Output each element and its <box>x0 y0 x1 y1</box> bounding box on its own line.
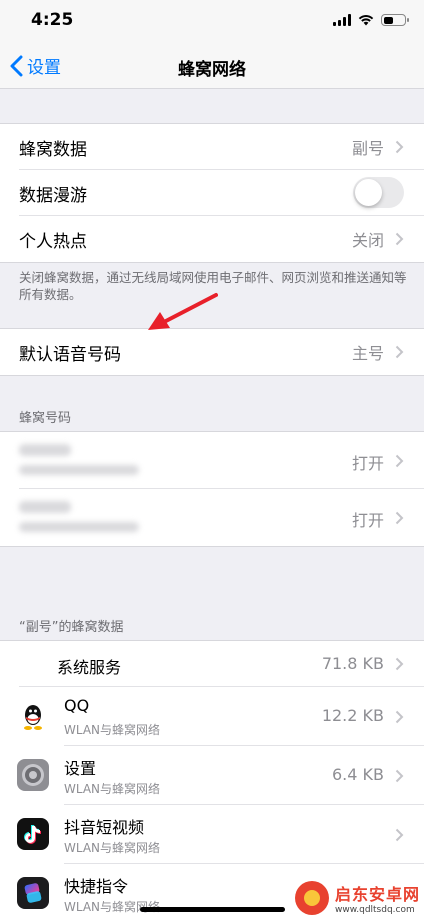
app-network-type: WLAN与蜂窝网络 <box>64 723 161 737</box>
douyin-icon <box>17 818 49 850</box>
watermark-url: www.qdltsdq.com <box>334 905 415 915</box>
qq-icon <box>17 700 49 732</box>
wifi-icon <box>358 15 374 26</box>
chevron-right-icon <box>395 140 404 154</box>
cellular-numbers-group: 打开 打开 <box>0 431 424 547</box>
cellular-numbers-header: 蜂窝号码 <box>19 411 72 426</box>
chevron-right-icon <box>395 657 404 671</box>
app-row-douyin[interactable]: 抖音短视频 WLAN与蜂窝网络 <box>0 805 424 864</box>
cellular-data-row[interactable]: 蜂窝数据 副号 <box>0 124 424 170</box>
navigation-bar: 设置 蜂窝网络 <box>0 44 424 89</box>
chevron-right-icon <box>395 769 404 782</box>
data-roaming-row: 数据漫游 <box>0 170 424 216</box>
cellular-number-status: 打开 <box>351 454 384 473</box>
data-roaming-toggle[interactable] <box>353 177 404 208</box>
page-title: 蜂窝网络 <box>178 60 246 80</box>
app-usage-value: 6.4 KB <box>332 765 384 784</box>
app-network-type: WLAN与蜂窝网络 <box>64 782 161 796</box>
app-name: QQ <box>64 696 90 715</box>
shortcuts-icon <box>17 877 49 909</box>
cellular-number-status: 打开 <box>351 511 384 530</box>
cellular-signal-icon <box>333 14 351 26</box>
cellular-number-row[interactable]: 打开 <box>0 432 424 489</box>
battery-icon <box>381 14 409 26</box>
app-network-type: WLAN与蜂窝网络 <box>64 841 161 855</box>
chevron-right-icon <box>395 710 404 723</box>
system-services-label: 系统服务 <box>57 658 122 677</box>
app-name: 快捷指令 <box>64 877 129 896</box>
data-roaming-label: 数据漫游 <box>19 185 87 206</box>
app-name: 设置 <box>64 759 97 778</box>
watermark-title: 启东安卓网 <box>334 885 420 904</box>
default-voice-group: 默认语音号码 主号 <box>0 328 424 376</box>
watermark-logo-icon <box>294 881 329 915</box>
chevron-right-icon <box>395 454 404 467</box>
personal-hotspot-label: 个人热点 <box>19 231 87 252</box>
app-row-qq[interactable]: QQ WLAN与蜂窝网络 12.2 KB <box>0 687 424 746</box>
toggle-knob <box>355 179 382 206</box>
system-services-row[interactable]: 系统服务 71.8 KB <box>0 641 424 687</box>
watermark: 启东安卓网 www.qdltsdq.com <box>294 881 420 915</box>
blurred-line-name <box>19 501 71 513</box>
personal-hotspot-value: 关闭 <box>351 231 384 250</box>
status-time: 4:25 <box>31 10 74 30</box>
chevron-right-icon <box>395 828 404 841</box>
default-voice-value: 主号 <box>351 344 384 363</box>
blurred-line-number <box>19 465 139 475</box>
cellular-number-row[interactable]: 打开 <box>0 489 424 546</box>
cellular-data-label: 蜂窝数据 <box>19 139 87 160</box>
cellular-settings-group: 蜂窝数据 副号 数据漫游 个人热点 关闭 <box>0 123 424 263</box>
chevron-right-icon <box>395 232 404 246</box>
default-voice-row[interactable]: 默认语音号码 主号 <box>0 329 424 375</box>
app-name: 抖音短视频 <box>64 818 145 837</box>
annotation-arrow-icon <box>148 293 218 330</box>
app-row-settings[interactable]: 设置 WLAN与蜂窝网络 6.4 KB <box>0 746 424 805</box>
status-bar: 4:25 <box>0 0 424 44</box>
personal-hotspot-row[interactable]: 个人热点 关闭 <box>0 216 424 262</box>
cellular-data-value: 副号 <box>351 139 384 158</box>
blurred-line-name <box>19 444 71 456</box>
status-icons <box>333 14 409 26</box>
system-services-value: 71.8 KB <box>321 654 384 673</box>
default-voice-label: 默认语音号码 <box>19 344 121 365</box>
usage-section-header: “副号”的蜂窝数据 <box>19 620 124 635</box>
settings-gear-icon <box>17 759 49 791</box>
home-indicator[interactable] <box>140 907 285 912</box>
chevron-right-icon <box>395 511 404 524</box>
chevron-right-icon <box>395 345 404 359</box>
blurred-line-number <box>19 522 139 532</box>
app-usage-value: 12.2 KB <box>321 706 384 725</box>
